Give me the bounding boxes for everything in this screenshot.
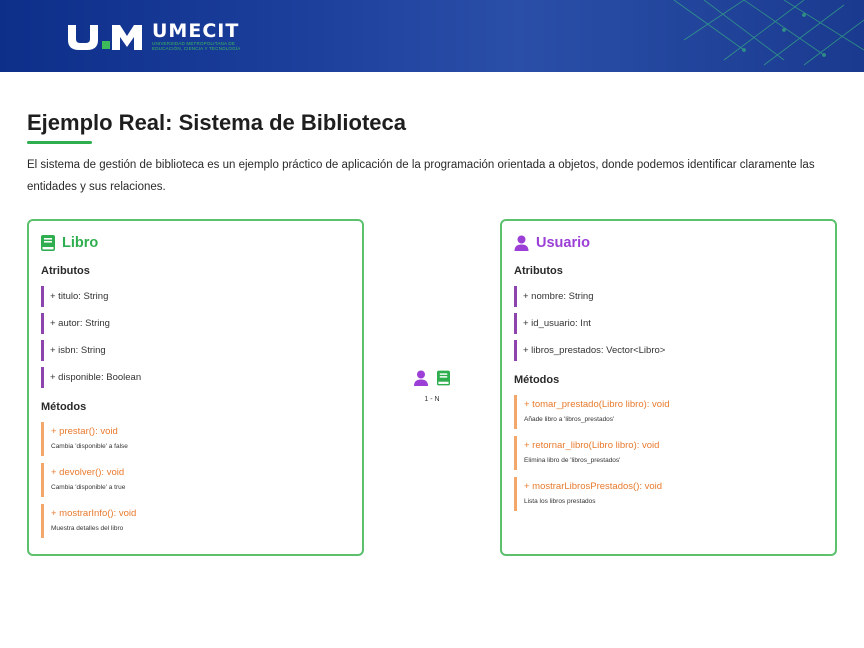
attribute-item: + libros_prestados: Vector<Libro>	[514, 340, 823, 361]
user-icon	[514, 235, 529, 251]
methods-title: Métodos	[41, 401, 87, 413]
attributes-title: Atributos	[41, 265, 90, 277]
relation-icons	[412, 369, 452, 387]
method-item: + mostrarInfo(): void Muestra detalles d…	[41, 504, 350, 538]
attribute-item: + titulo: String	[41, 286, 350, 307]
methods-list: + tomar_prestado(Libro libro): void Añad…	[514, 395, 823, 511]
method-description: Lista los libros prestados	[524, 498, 596, 505]
network-graphic	[673, 0, 864, 66]
method-description: Añade libro a 'libros_prestados'	[524, 416, 615, 423]
attributes-list: + nombre: String + id_usuario: Int + lib…	[514, 286, 823, 361]
method-description: Elimina libro de 'libros_prestados'	[524, 457, 621, 464]
class-card-usuario: Usuario Atributos + nombre: String + id_…	[500, 219, 837, 556]
method-description: Muestra detalles del libro	[51, 525, 124, 532]
card-header: Libro	[41, 233, 350, 253]
attribute-item: + disponible: Boolean	[41, 367, 350, 388]
card-header: Usuario	[514, 233, 823, 253]
attribute-item: + nombre: String	[514, 286, 823, 307]
attribute-item: + id_usuario: Int	[514, 313, 823, 334]
method-signature: + mostrarInfo(): void	[51, 508, 137, 519]
book-icon	[41, 235, 55, 251]
card-title: Usuario	[536, 235, 590, 251]
method-item: + retornar_libro(Libro libro): void Elim…	[514, 436, 823, 470]
attribute-item: + autor: String	[41, 313, 350, 334]
method-signature: + tomar_prestado(Libro libro): void	[524, 399, 670, 410]
logo-text: UMECIT UNIVERSIDAD METROPOLITANA DE EDUC…	[152, 20, 241, 52]
method-item: + prestar(): void Cambia 'disponible' a …	[41, 422, 350, 456]
method-signature: + retornar_libro(Libro libro): void	[524, 440, 660, 451]
method-signature: + prestar(): void	[51, 426, 118, 437]
relation-label: 1 - N	[424, 396, 440, 403]
method-signature: + devolver(): void	[51, 467, 125, 478]
attribute-item: + isbn: String	[41, 340, 350, 361]
method-description: Cambia 'disponible' a false	[51, 443, 128, 450]
methods-list: + prestar(): void Cambia 'disponible' a …	[41, 422, 350, 538]
user-icon	[414, 370, 428, 386]
method-item: + tomar_prestado(Libro libro): void Añad…	[514, 395, 823, 429]
card-title: Libro	[62, 235, 99, 251]
logo-subtitle: EDUCACIÓN, CIENCIA Y TECNOLOGÍA	[152, 46, 241, 51]
logo-mark	[66, 23, 146, 51]
class-card-libro: Libro Atributos + titulo: String + autor…	[27, 219, 364, 556]
logo-name: UMECIT	[152, 20, 240, 42]
method-description: Cambia 'disponible' a true	[51, 484, 126, 491]
relation-indicator: 1 - N	[412, 369, 452, 403]
method-item: + devolver(): void Cambia 'disponible' a…	[41, 463, 350, 497]
method-signature: + mostrarLibrosPrestados(): void	[524, 481, 663, 492]
title-underline	[27, 141, 92, 144]
intro-paragraph: El sistema de gestión de biblioteca es u…	[27, 159, 815, 193]
page-title: Ejemplo Real: Sistema de Biblioteca	[27, 110, 407, 135]
method-item: + mostrarLibrosPrestados(): void Lista l…	[514, 477, 823, 511]
header-banner: UMECIT UNIVERSIDAD METROPOLITANA DE EDUC…	[0, 0, 864, 72]
attributes-list: + titulo: String + autor: String + isbn:…	[41, 286, 350, 388]
book-icon	[437, 370, 450, 386]
umecit-logo: UMECIT UNIVERSIDAD METROPOLITANA DE EDUC…	[66, 22, 240, 51]
methods-title: Métodos	[514, 374, 560, 386]
attributes-title: Atributos	[514, 265, 563, 277]
